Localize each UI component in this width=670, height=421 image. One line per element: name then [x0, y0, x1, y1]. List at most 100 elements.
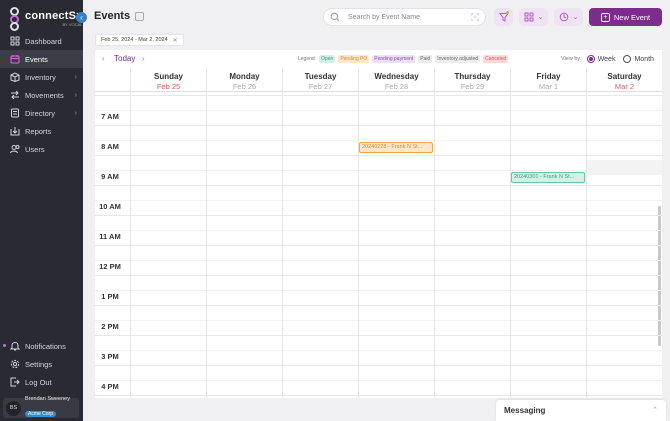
- chevron-right-icon: ›: [74, 91, 77, 99]
- logo-mark-icon: [9, 7, 22, 31]
- page-title: Events: [94, 10, 131, 22]
- day-column-line: [206, 92, 207, 398]
- options-dropdown-button[interactable]: ⌄: [554, 8, 583, 26]
- previous-week-button[interactable]: ‹: [102, 54, 105, 63]
- sidebar-item-label: Users: [25, 144, 45, 154]
- layout-dropdown-button[interactable]: ⌄: [519, 8, 548, 26]
- search-box: [323, 8, 486, 26]
- time-label: 4 PM: [101, 382, 119, 391]
- half-hour-line: [95, 230, 662, 231]
- box-icon: [10, 72, 20, 82]
- sidebar-item-label: Log Out: [25, 377, 52, 387]
- day-date: Feb 28: [384, 82, 409, 91]
- hour-line: [95, 155, 662, 156]
- sidebar-item-dashboard[interactable]: Dashboard: [0, 32, 83, 50]
- sidebar-item-events[interactable]: Events: [0, 50, 83, 68]
- sidebar-item-logout[interactable]: Log Out: [0, 373, 83, 391]
- next-week-button[interactable]: ›: [142, 54, 145, 63]
- hour-line: [95, 335, 662, 336]
- sidebar-item-users[interactable]: Users: [0, 140, 83, 158]
- close-icon[interactable]: ✕: [173, 37, 178, 44]
- hour-line: [95, 395, 662, 396]
- day-date: Mar 2: [614, 82, 635, 91]
- hour-line: [95, 185, 662, 186]
- day-name: Friday: [536, 72, 561, 81]
- calendar-event[interactable]: 20240228 - Frank N St...: [359, 142, 433, 153]
- hour-line: [95, 95, 662, 96]
- sync-icon: [559, 12, 568, 22]
- legend-label: Legend:: [298, 56, 317, 62]
- half-hour-line: [95, 260, 662, 261]
- bell-icon: [10, 341, 20, 351]
- month-option-label[interactable]: Month: [634, 56, 653, 63]
- sidebar-item-label: Directory: [25, 108, 56, 118]
- sidebar-item-directory[interactable]: Directory ›: [0, 104, 83, 122]
- day-name: Monday: [229, 72, 260, 81]
- time-label: 12 PM: [99, 262, 121, 271]
- legend-paid: Paid: [418, 55, 433, 63]
- sidebar-nav: Dashboard Events Inventory › Movements ›…: [0, 32, 83, 158]
- scan-icon[interactable]: [471, 13, 479, 21]
- day-name: Saturday: [607, 72, 642, 81]
- user-profile[interactable]: BS Brendan Sweeney Acme Corp: [3, 396, 79, 418]
- logout-icon: [10, 377, 20, 387]
- legend-pending-payment: Pending payment: [372, 55, 416, 63]
- month-radio[interactable]: [623, 55, 632, 63]
- today-button[interactable]: Today: [114, 54, 135, 63]
- search-input[interactable]: [348, 13, 468, 21]
- half-hour-line: [95, 320, 662, 321]
- calendar-event[interactable]: 20240301 - Frank N St...: [511, 172, 585, 183]
- sidebar-item-label: Settings: [25, 359, 53, 369]
- grid-icon: [524, 12, 534, 22]
- calendar-toolbar: ‹ Today › Legend: Open Pending PO Pendin…: [95, 50, 662, 68]
- day-header-row: Sunday Feb 25 Monday Feb 26 Tuesday Feb 27 Wed…: [95, 68, 662, 92]
- calendar: ‹ Today › Legend: Open Pending PO Pendin…: [95, 50, 662, 398]
- day-date: Feb 27: [308, 82, 333, 91]
- time-label: 11 AM: [99, 232, 121, 241]
- sidebar-item-settings[interactable]: Settings: [0, 355, 83, 373]
- week-radio[interactable]: [586, 55, 595, 63]
- new-event-button[interactable]: + New Event: [589, 8, 662, 26]
- day-column-line: [282, 92, 283, 398]
- half-hour-line: [95, 170, 662, 171]
- half-hour-line: [95, 140, 662, 141]
- date-range-chip[interactable]: Feb 25, 2024 - Mar 2, 2024 ✕: [95, 34, 184, 46]
- current-time-band: [586, 160, 662, 175]
- sidebar-item-movements[interactable]: Movements ›: [0, 86, 83, 104]
- avatar: BS: [6, 400, 21, 416]
- week-option-label[interactable]: Week: [598, 56, 616, 63]
- calendar-icon: [10, 54, 20, 64]
- sidebar-item-reports[interactable]: Reports: [0, 122, 83, 140]
- scrollbar[interactable]: [658, 206, 661, 346]
- hour-line: [95, 305, 662, 306]
- user-name: Brendan Sweeney: [25, 396, 70, 402]
- new-event-label: New Event: [613, 12, 651, 22]
- app-name: connectSx: [25, 10, 83, 22]
- day-date: Feb 26: [232, 82, 257, 91]
- app-logo[interactable]: connectSx BY VOCAL: [9, 7, 82, 31]
- plus-icon: +: [600, 12, 610, 22]
- messaging-panel[interactable]: Messaging ⌃: [496, 400, 666, 421]
- day-date: Feb 29: [460, 82, 485, 91]
- filter-button[interactable]: [494, 8, 513, 26]
- day-header-saturday: Saturday Mar 2: [586, 68, 662, 92]
- chevron-up-icon[interactable]: ⌃: [652, 406, 658, 414]
- half-hour-line: [95, 380, 662, 381]
- day-header-tuesday: Tuesday Feb 27: [282, 68, 358, 92]
- sidebar-item-notifications[interactable]: Notifications: [0, 337, 83, 355]
- day-name: Thursday: [454, 72, 491, 81]
- time-grid: 7 AM 8 AM 9 AM 10 AM 11 AM 12 PM 1 PM 2 PM 3 PM 4…: [95, 92, 662, 398]
- sidebar-item-label: Inventory: [25, 72, 56, 82]
- legend-canceled: Canceled: [483, 55, 509, 63]
- time-label: 2 PM: [101, 322, 119, 331]
- gear-icon: [10, 359, 20, 369]
- half-hour-line: [95, 200, 662, 201]
- sidebar-item-inventory[interactable]: Inventory ›: [0, 68, 83, 86]
- directory-icon: [10, 108, 20, 118]
- info-icon[interactable]: [135, 12, 144, 21]
- sidebar-item-label: Events: [25, 54, 48, 64]
- time-label: 8 AM: [101, 142, 119, 151]
- day-header-sunday: Sunday Feb 25: [130, 68, 206, 92]
- collapse-sidebar-button[interactable]: ‹: [76, 12, 87, 23]
- day-header-wednesday: Wednesday Feb 28: [358, 68, 434, 92]
